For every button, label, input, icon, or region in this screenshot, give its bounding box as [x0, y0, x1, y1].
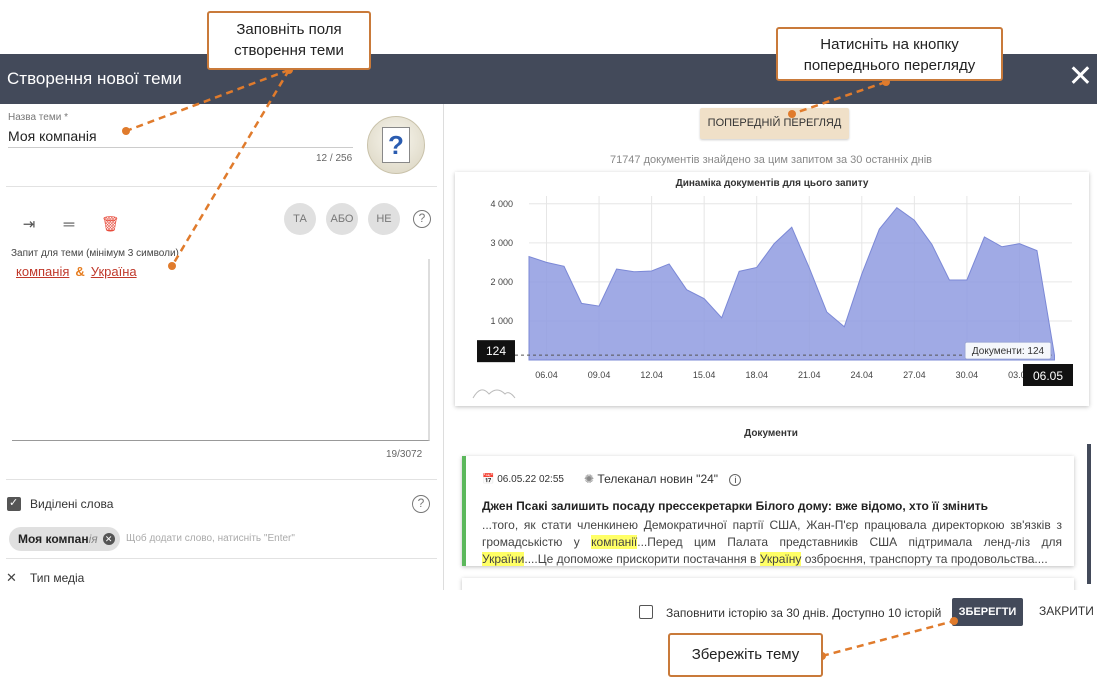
highlight-words-label: Виділені слова: [30, 497, 114, 511]
query-label: Запит для теми (мінімум 3 символи): [11, 248, 179, 259]
annotation-dot: [788, 110, 796, 118]
query-counter: 19/3072: [386, 449, 423, 460]
document-headline[interactable]: Джен Псакі залишить посаду прессекретарк…: [482, 499, 1062, 513]
topic-name-counter: 12 / 256: [316, 153, 353, 164]
topic-avatar[interactable]: ?: [367, 116, 425, 174]
y-tick-label: 2 000: [490, 277, 513, 287]
query-word: компанія: [16, 264, 70, 279]
calendar-icon: 📅: [482, 474, 495, 485]
fill-history-checkbox[interactable]: [639, 605, 653, 619]
chip-text-main: Моя компан: [18, 532, 89, 546]
callout-save: Збережіть тему: [668, 633, 823, 677]
query-help-icon[interactable]: ?: [413, 210, 431, 228]
document-snippet: ...того, як стати членкинею Демократично…: [482, 517, 1062, 568]
snippet-highlight: компанії: [591, 535, 638, 549]
snippet-text: ...Перед цим Палата представників США пі…: [637, 535, 1062, 549]
navigator-sparkline: [472, 389, 516, 399]
query-textarea[interactable]: [12, 259, 430, 441]
snippet-text: ....Це допоможе прискорити постачання в: [524, 552, 760, 566]
info-icon[interactable]: i: [729, 474, 742, 486]
snippet-text: озброєння, транспорту та продовольства..…: [801, 552, 1048, 566]
x-tick-label: 18.04: [745, 370, 768, 380]
x-tick-label: 06.04: [535, 370, 558, 380]
current-value-label: 124: [486, 344, 506, 358]
chart-tooltip-text: Документи: 124: [972, 346, 1045, 357]
x-tick-label: 27.04: [903, 370, 926, 380]
area-series: [528, 207, 1055, 361]
document-card[interactable]: 📅 06.05.22 02:55 ✺ Телеканал новин "24" …: [462, 456, 1074, 566]
or-operator-button[interactable]: АБО: [326, 203, 358, 235]
fill-history-label: Заповнити історію за 30 днів. Доступно 1…: [666, 606, 942, 620]
topic-form-panel: Назва теми * Моя компанія 12 / 256 ? ⇥ ═…: [0, 104, 444, 590]
snippet-highlight: Україну: [759, 552, 802, 566]
chart-title: Динаміка документів для цього запиту: [676, 178, 869, 189]
topic-name-label: Назва теми *: [8, 112, 68, 123]
query-operator: &: [75, 264, 85, 279]
divider: [6, 186, 437, 187]
document-source-text: Телеканал новин "24": [597, 472, 719, 486]
current-date-label: 06.05: [1033, 369, 1063, 383]
satellite-icon: ✕: [6, 570, 17, 585]
document-date: 📅 06.05.22 02:55: [482, 474, 564, 485]
topic-name-underline: [8, 147, 353, 148]
chip-text-rest: ія: [88, 532, 98, 546]
divider: [6, 558, 437, 559]
highlight-input-hint[interactable]: Щоб додати слово, натисніть "Enter": [126, 533, 295, 544]
annotation-dot: [168, 262, 176, 270]
x-tick-label: 21.04: [798, 370, 821, 380]
divider: [6, 479, 437, 480]
highlight-help-icon[interactable]: ?: [412, 495, 430, 513]
chip-remove-icon[interactable]: ✕: [102, 533, 115, 545]
save-button[interactable]: ЗБЕРЕГТИ: [952, 598, 1023, 626]
highlight-word-chip[interactable]: Моя компанія ✕: [9, 527, 120, 551]
close-icon[interactable]: ✕: [1068, 62, 1093, 92]
and-operator-button[interactable]: ТА: [284, 203, 316, 235]
format-icon[interactable]: ═: [60, 216, 78, 234]
document-date-text: 06.05.22 02:55: [497, 474, 564, 485]
preview-button[interactable]: ПОПЕРЕДНІЙ ПЕРЕГЛЯД: [700, 108, 849, 139]
callout-fill-fields: Заповніть поля створення теми: [207, 11, 371, 70]
documents-found-text: 71747 документів знайдено за цим запитом…: [609, 154, 933, 166]
x-tick-label: 12.04: [640, 370, 663, 380]
callout-preview: Натисніть на кнопку попереднього перегля…: [776, 27, 1003, 81]
y-tick-label: 4 000: [490, 199, 513, 209]
x-tick-label: 30.04: [956, 370, 979, 380]
tv-source-icon: ✺: [584, 472, 595, 486]
topic-name-input[interactable]: Моя компанія: [8, 128, 97, 144]
indent-icon[interactable]: ⇥: [20, 216, 38, 234]
dialog-title: Створення нової теми: [7, 69, 182, 88]
x-tick-label: 24.04: [851, 370, 874, 380]
documents-title: Документи: [744, 428, 798, 439]
annotation-dot: [950, 617, 958, 625]
highlight-words-checkbox[interactable]: [7, 496, 21, 511]
close-button[interactable]: ЗАКРИТИ: [1039, 604, 1094, 618]
document-source: ✺ Телеканал новин "24" i: [584, 472, 742, 486]
media-type-label[interactable]: Тип медіа: [30, 571, 84, 585]
dynamics-chart-card: Динаміка документів для цього запиту 1 0…: [455, 172, 1089, 406]
y-tick-label: 1 000: [490, 316, 513, 326]
question-document-icon: ?: [382, 127, 410, 163]
not-operator-button[interactable]: НЕ: [368, 203, 400, 235]
query-word: Україна: [90, 264, 137, 279]
x-tick-label: 09.04: [588, 370, 611, 380]
annotation-dot: [122, 127, 130, 135]
y-tick-label: 3 000: [490, 238, 513, 248]
documents-scrollbar[interactable]: [1087, 444, 1091, 584]
snippet-highlight: України: [482, 552, 525, 566]
preview-panel: ПОПЕРЕДНІЙ ПЕРЕГЛЯД 71747 документів зна…: [445, 104, 1097, 590]
query-text[interactable]: компанія & Україна: [16, 264, 137, 279]
trash-icon[interactable]: 🗑: [101, 216, 120, 234]
document-card[interactable]: [462, 578, 1074, 590]
x-tick-label: 15.04: [693, 370, 716, 380]
dynamics-chart: Динаміка документів для цього запиту 1 0…: [472, 178, 1073, 399]
